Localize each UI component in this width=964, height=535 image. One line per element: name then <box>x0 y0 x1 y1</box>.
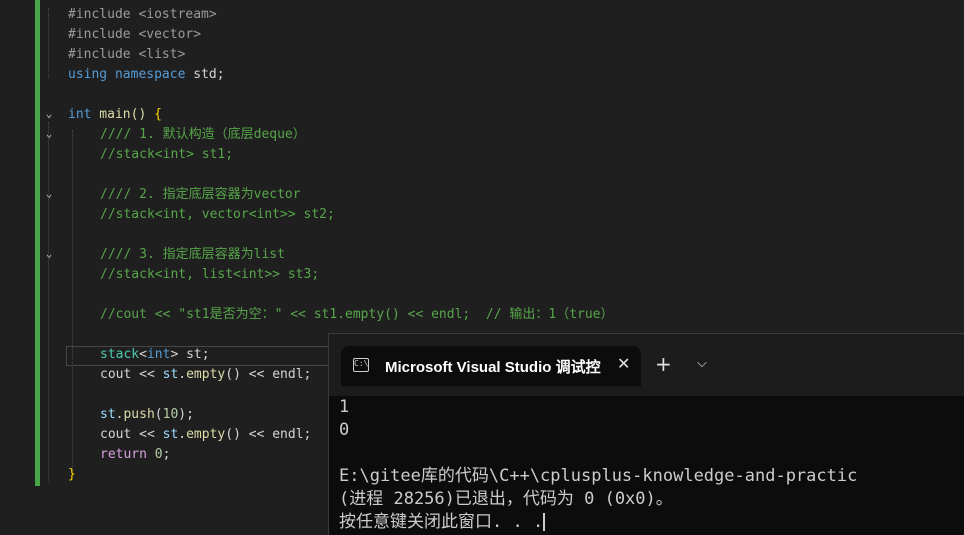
output-line: (进程 28256)已退出，代码为 0 (0x0)。 <box>339 489 673 509</box>
fold-chevron-icon[interactable]: ⌄ <box>42 247 56 261</box>
code-line-comment[interactable]: //// 2. 指定底层容器为vector <box>100 185 301 205</box>
code-line-cout[interactable]: cout << st.empty() << endl; <box>100 425 311 445</box>
fold-chevron-icon[interactable]: ⌄ <box>42 127 56 141</box>
keyword: int <box>68 107 92 122</box>
identifier: st <box>100 407 116 422</box>
text-cursor <box>543 513 546 531</box>
terminal-tab-bar: C:\ Microsoft Visual Studio 调试控 ✕ + ⌵ <box>329 334 964 396</box>
fold-chevron-icon[interactable]: ⌄ <box>42 187 56 201</box>
code-line-push[interactable]: st.push(10); <box>100 405 194 425</box>
operator: << <box>131 427 163 442</box>
comment: //stack<int, vector<int>> st2; <box>100 207 335 222</box>
output-line-prompt: 按任意键关闭此窗口. . . <box>339 511 964 534</box>
output-line: 1 <box>339 397 350 417</box>
parens: ( <box>154 407 163 422</box>
keyword: return <box>100 447 147 462</box>
number-literal: 10 <box>162 407 179 422</box>
method-name: empty <box>186 367 226 382</box>
code-line-comment[interactable]: //cout << "st1是否为空：" << st1.empty() << e… <box>100 305 614 325</box>
identifier: st <box>162 367 179 382</box>
semicolon: ; <box>303 367 312 382</box>
fold-guide <box>48 8 49 78</box>
brace: } <box>68 467 76 482</box>
identifier: st <box>162 427 179 442</box>
function-signature: main() <box>91 107 155 122</box>
output-line: 0 <box>339 420 350 440</box>
prompt-text: 按任意键关闭此窗口. . . <box>339 512 544 532</box>
parens: ); <box>178 407 194 422</box>
code-line-return[interactable]: return 0; <box>100 445 170 465</box>
operator: << <box>240 367 273 382</box>
operator: << <box>240 427 273 442</box>
code-line-comment[interactable]: //// 3. 指定底层容器为list <box>100 245 285 265</box>
brace: { <box>154 107 162 122</box>
comment: //cout << "st1是否为空：" << st1.empty() << e… <box>100 307 614 322</box>
comment: //stack<int> st1; <box>100 147 234 162</box>
code-line-comment[interactable]: //stack<int> st1; <box>100 145 233 165</box>
change-indicator-bar <box>35 0 40 486</box>
identifier: cout <box>100 427 132 442</box>
keyword: int <box>146 347 171 362</box>
code-line-include-iostream[interactable]: #include <iostream> <box>68 5 217 25</box>
comment: //stack<int, list<int>> st3; <box>100 267 320 282</box>
code-line-comment[interactable]: //stack<int, vector<int>> st2; <box>100 205 335 225</box>
number-literal: 0 <box>146 447 163 462</box>
debug-console-window[interactable]: C:\ Microsoft Visual Studio 调试控 ✕ + ⌵ 1 … <box>328 333 964 535</box>
include-directive: #include <iostream> <box>68 7 217 22</box>
template-bracket: < <box>139 347 147 362</box>
new-tab-button[interactable]: + <box>655 354 672 374</box>
semicolon: ; <box>303 427 312 442</box>
include-directive: #include <vector> <box>68 27 202 42</box>
comment: //// 2. 指定底层容器为vector <box>100 187 301 202</box>
code-line-include-vector[interactable]: #include <vector> <box>68 25 201 45</box>
identifier: st; <box>178 347 210 362</box>
parens: () <box>225 367 241 382</box>
method-name: empty <box>186 427 226 442</box>
code-line-stack-decl[interactable]: stack<int> st; <box>100 345 210 365</box>
comment: //// 1. 默认构造（底层deque） <box>100 127 306 142</box>
identifier: endl <box>272 427 304 442</box>
code-line-close-brace[interactable]: } <box>68 465 76 485</box>
operator: . <box>178 427 187 442</box>
code-line-using-namespace[interactable]: using namespace std; <box>68 65 225 85</box>
type-name: stack <box>100 347 140 362</box>
fold-chevron-icon[interactable]: ⌄ <box>42 107 56 121</box>
fold-guide <box>48 122 49 482</box>
identifier: cout <box>100 367 132 382</box>
terminal-tab[interactable]: C:\ Microsoft Visual Studio 调试控 ✕ <box>341 346 641 386</box>
include-directive: #include <list> <box>68 47 186 62</box>
semicolon: ; <box>162 447 171 462</box>
code-line-main[interactable]: int main() { <box>68 105 162 125</box>
terminal-output[interactable]: 1 0 E:\gitee库的代码\C++\cplusplus-knowledge… <box>339 396 964 534</box>
comment: //// 3. 指定底层容器为list <box>100 247 285 262</box>
code-line-comment[interactable]: //// 1. 默认构造（底层deque） <box>100 125 306 145</box>
indent-guide <box>72 130 73 470</box>
identifier: endl <box>272 367 304 382</box>
method-name: push <box>123 407 155 422</box>
operator: . <box>178 367 187 382</box>
chevron-down-icon[interactable]: ⌵ <box>697 356 707 371</box>
code-line-cout[interactable]: cout << st.empty() << endl; <box>100 365 311 385</box>
keyword: namespace <box>114 67 186 82</box>
code-line-comment[interactable]: //stack<int, list<int>> st3; <box>100 265 319 285</box>
tab-title: Microsoft Visual Studio 调试控 <box>385 359 601 376</box>
keyword: using <box>68 67 108 82</box>
parens: () <box>225 427 241 442</box>
operator: << <box>131 367 163 382</box>
identifier: std; <box>185 67 225 82</box>
output-line: E:\gitee库的代码\C++\cplusplus-knowledge-and… <box>339 466 858 486</box>
close-tab-icon[interactable]: ✕ <box>617 354 630 373</box>
code-line-include-list[interactable]: #include <list> <box>68 45 185 65</box>
console-icon: C:\ <box>353 358 369 372</box>
